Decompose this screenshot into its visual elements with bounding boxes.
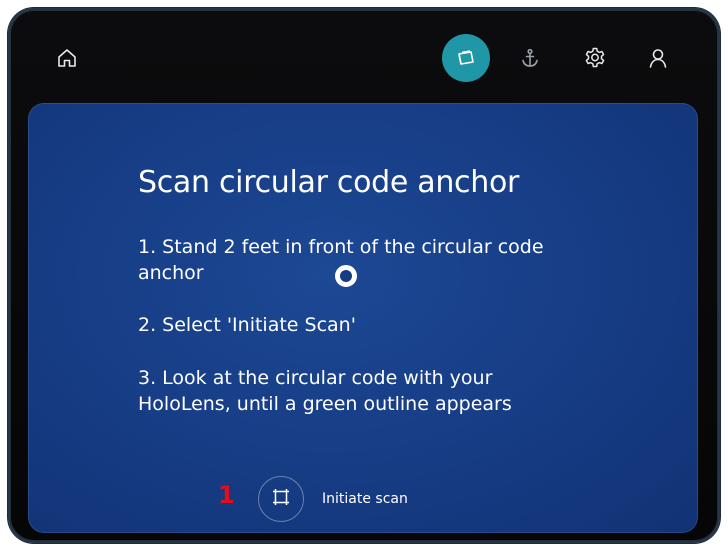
instruction-step-2: 2. Select 'Initiate Scan' <box>138 314 356 336</box>
hologram-button[interactable] <box>442 34 490 82</box>
home-icon <box>56 47 78 69</box>
hologram-icon <box>455 47 477 69</box>
settings-button[interactable] <box>571 34 619 82</box>
gear-icon <box>583 46 607 70</box>
top-toolbar <box>8 8 720 100</box>
initiate-scan-button[interactable]: Initiate scan <box>258 476 408 522</box>
instruction-panel: Scan circular code anchor 1. Stand 2 fee… <box>28 103 698 533</box>
anchor-icon <box>519 47 541 69</box>
app-window: Scan circular code anchor 1. Stand 2 fee… <box>8 8 720 543</box>
gaze-cursor <box>335 265 357 287</box>
scan-button-circle[interactable] <box>258 476 304 522</box>
home-button[interactable] <box>43 34 91 82</box>
scan-frame-icon <box>271 487 291 511</box>
user-icon <box>647 47 669 69</box>
page-title: Scan circular code anchor <box>138 165 520 200</box>
callout-number: 1 <box>218 481 235 509</box>
instruction-step-3: 3. Look at the circular code with your H… <box>138 367 512 415</box>
anchor-button[interactable] <box>506 34 554 82</box>
user-button[interactable] <box>634 34 682 82</box>
initiate-scan-label[interactable]: Initiate scan <box>322 491 408 507</box>
instruction-step-1: 1. Stand 2 feet in front of the circular… <box>138 236 544 284</box>
